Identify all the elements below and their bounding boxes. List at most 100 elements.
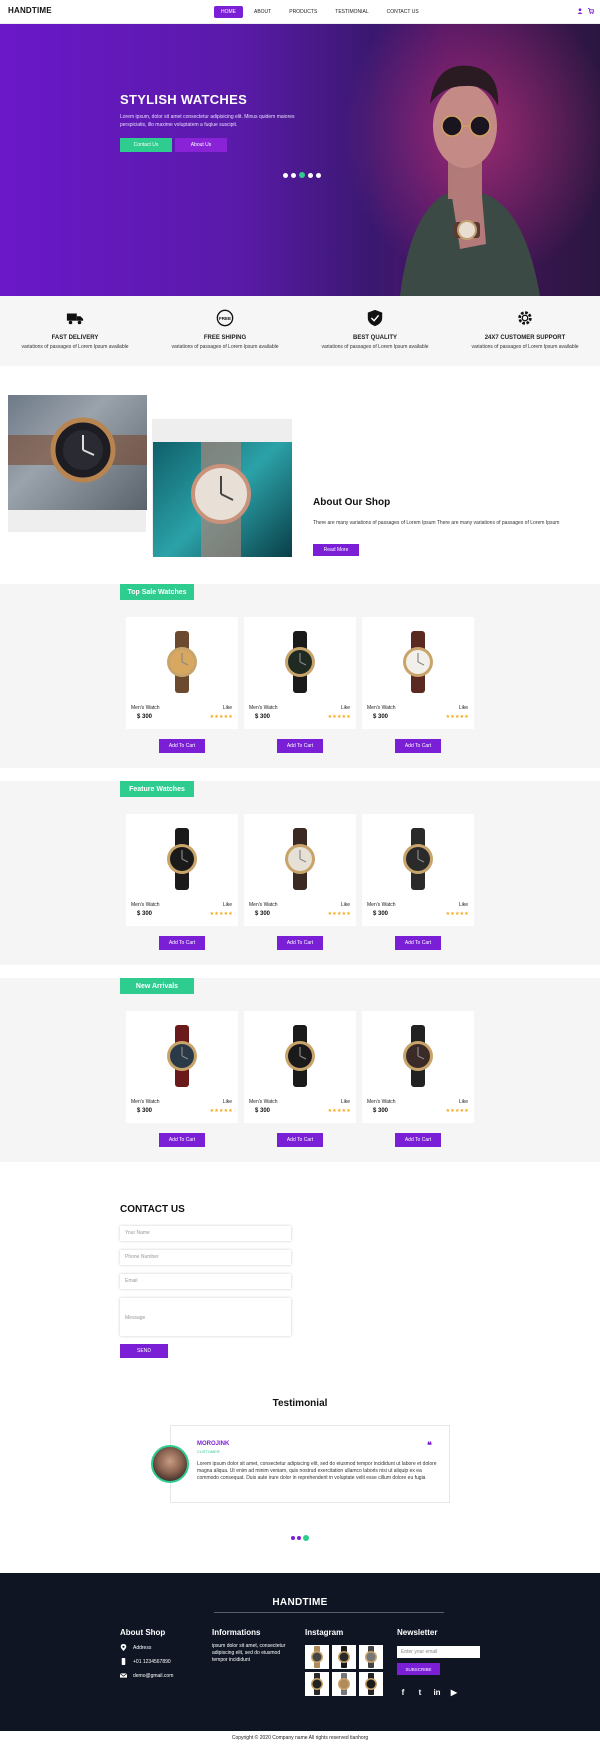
add-to-cart-button[interactable]: Add To Cart	[395, 739, 441, 753]
product-card[interactable]: Men's Watch Like $ 300 ★★★★★	[244, 617, 356, 729]
instagram-thumbnail[interactable]	[359, 1645, 383, 1669]
testimonial-indicators	[291, 1535, 309, 1541]
product-price: $ 300	[373, 911, 389, 917]
message-field[interactable]: Message	[120, 1298, 291, 1336]
facebook-icon[interactable]: f	[399, 1688, 407, 1697]
instagram-thumbnail[interactable]	[305, 1672, 329, 1696]
product-card[interactable]: Men's Watch Like $ 300 ★★★★★	[126, 1011, 238, 1123]
instagram-thumbnail[interactable]	[305, 1645, 329, 1669]
product-card[interactable]: Men's Watch Like $ 300 ★★★★★	[244, 1011, 356, 1123]
product-card[interactable]: Men's Watch Like $ 300 ★★★★★	[126, 814, 238, 926]
carousel-dot[interactable]	[308, 172, 313, 178]
like-label[interactable]: Like	[223, 902, 232, 908]
svg-text:FREE: FREE	[219, 316, 231, 321]
site-logo[interactable]: HANDTIME	[8, 6, 52, 15]
carousel-dot[interactable]	[291, 1536, 295, 1540]
nav-about[interactable]: ABOUT	[247, 6, 278, 18]
carousel-dot[interactable]	[297, 1536, 301, 1540]
add-to-cart-button[interactable]: Add To Cart	[395, 1133, 441, 1147]
rating-stars: ★★★★★	[209, 911, 233, 917]
phone-icon	[121, 1658, 126, 1665]
email-field[interactable]: Email	[120, 1274, 291, 1289]
like-label[interactable]: Like	[459, 1099, 468, 1105]
hero-contact-button[interactable]: Contact Us	[120, 138, 172, 152]
feature-title: 24X7 CUSTOMER SUPPORT	[484, 335, 566, 341]
header-icons	[577, 8, 594, 14]
add-to-cart-button[interactable]: Add To Cart	[159, 936, 205, 950]
nav-home[interactable]: HOME	[214, 6, 243, 18]
phone-field[interactable]: Phone Number	[120, 1250, 291, 1265]
feature-desc: variations of passages of Lorem Ipsum av…	[171, 344, 279, 350]
like-label[interactable]: Like	[223, 1099, 232, 1105]
send-button[interactable]: SEND	[120, 1344, 168, 1358]
product-card[interactable]: Men's Watch Like $ 300 ★★★★★	[126, 617, 238, 729]
hero-model-image	[400, 65, 540, 296]
testimonial-role: CUSTOMER	[197, 1449, 220, 1454]
instagram-thumbnail[interactable]	[332, 1672, 356, 1696]
carousel-dot[interactable]	[283, 172, 288, 178]
subscribe-button[interactable]: SUBSCRIBE	[397, 1663, 440, 1675]
free-icon: FREE	[216, 309, 234, 327]
social-links: f t in ▶	[399, 1688, 458, 1697]
like-label[interactable]: Like	[341, 902, 350, 908]
product-price: $ 300	[137, 714, 153, 720]
feature-title: FREE SHIPING	[203, 335, 247, 341]
hero-about-button[interactable]: About Us	[175, 138, 227, 152]
product-card[interactable]: Men's Watch Like $ 300 ★★★★★	[244, 814, 356, 926]
carousel-dot-active[interactable]	[299, 172, 305, 178]
add-to-cart-button[interactable]: Add To Cart	[277, 1133, 323, 1147]
user-icon[interactable]	[577, 8, 583, 14]
product-price: $ 300	[137, 1108, 153, 1114]
nav-testimonial[interactable]: TESTIMONIAL	[328, 6, 375, 18]
product-name: Men's Watch	[131, 705, 160, 711]
instagram-thumbnail[interactable]	[332, 1645, 356, 1669]
like-label[interactable]: Like	[223, 705, 232, 711]
carousel-dot[interactable]	[291, 172, 296, 178]
like-label[interactable]: Like	[341, 705, 350, 711]
watch-image	[285, 1025, 315, 1087]
like-label[interactable]: Like	[341, 1099, 350, 1105]
watch-image	[403, 1025, 433, 1087]
product-name: Men's Watch	[131, 902, 160, 908]
footer-email: demo@gmail.com	[120, 1672, 173, 1679]
footer-email-text[interactable]: demo@gmail.com	[133, 1673, 173, 1679]
newsletter-email-input[interactable]: Enter your email	[397, 1646, 480, 1658]
product-card[interactable]: Men's Watch Like $ 300 ★★★★★	[362, 1011, 474, 1123]
nav-contact[interactable]: CONTACT US	[380, 6, 426, 18]
product-card[interactable]: Men's Watch Like $ 300 ★★★★★	[362, 814, 474, 926]
add-to-cart-button[interactable]: Add To Cart	[159, 739, 205, 753]
product-price: $ 300	[373, 714, 389, 720]
feature-desc: variations of passages of Lorem Ipsum av…	[21, 344, 129, 350]
main-nav: HOME ABOUT PRODUCTS TESTIMONIAL CONTACT …	[214, 6, 426, 18]
carousel-dot[interactable]	[316, 172, 321, 178]
product-name: Men's Watch	[367, 1099, 396, 1105]
watch-image	[167, 1025, 197, 1087]
avatar	[151, 1445, 189, 1483]
add-to-cart-button[interactable]: Add To Cart	[277, 936, 323, 950]
twitter-icon[interactable]: t	[416, 1688, 424, 1697]
add-to-cart-button[interactable]: Add To Cart	[277, 739, 323, 753]
product-card[interactable]: Men's Watch Like $ 300 ★★★★★	[362, 617, 474, 729]
like-label[interactable]: Like	[459, 705, 468, 711]
name-field[interactable]: Your Name	[120, 1226, 291, 1241]
feature-fast-delivery: FAST DELIVERY variations of passages of …	[0, 296, 150, 366]
rating-stars: ★★★★★	[327, 1108, 351, 1114]
truck-icon	[66, 313, 84, 325]
like-label[interactable]: Like	[459, 902, 468, 908]
watch-image	[167, 828, 197, 890]
footer-instagram-title: Instagram	[305, 1628, 344, 1637]
read-more-button[interactable]: Read More	[313, 544, 359, 556]
linkedin-icon[interactable]: in	[433, 1688, 441, 1697]
features-strip: FAST DELIVERY variations of passages of …	[0, 296, 600, 366]
nav-products[interactable]: PRODUCTS	[282, 6, 324, 18]
footer-phone-text[interactable]: +01 1234567890	[133, 1659, 171, 1665]
add-to-cart-button[interactable]: Add To Cart	[159, 1133, 205, 1147]
about-text: There are many variations of passages of…	[313, 520, 560, 526]
cart-icon[interactable]	[588, 8, 594, 14]
add-to-cart-button[interactable]: Add To Cart	[395, 936, 441, 950]
instagram-thumbnail[interactable]	[359, 1672, 383, 1696]
carousel-dot-active[interactable]	[303, 1535, 309, 1541]
about-watch-image-2	[153, 442, 292, 557]
youtube-icon[interactable]: ▶	[450, 1688, 458, 1697]
product-name: Men's Watch	[249, 902, 278, 908]
